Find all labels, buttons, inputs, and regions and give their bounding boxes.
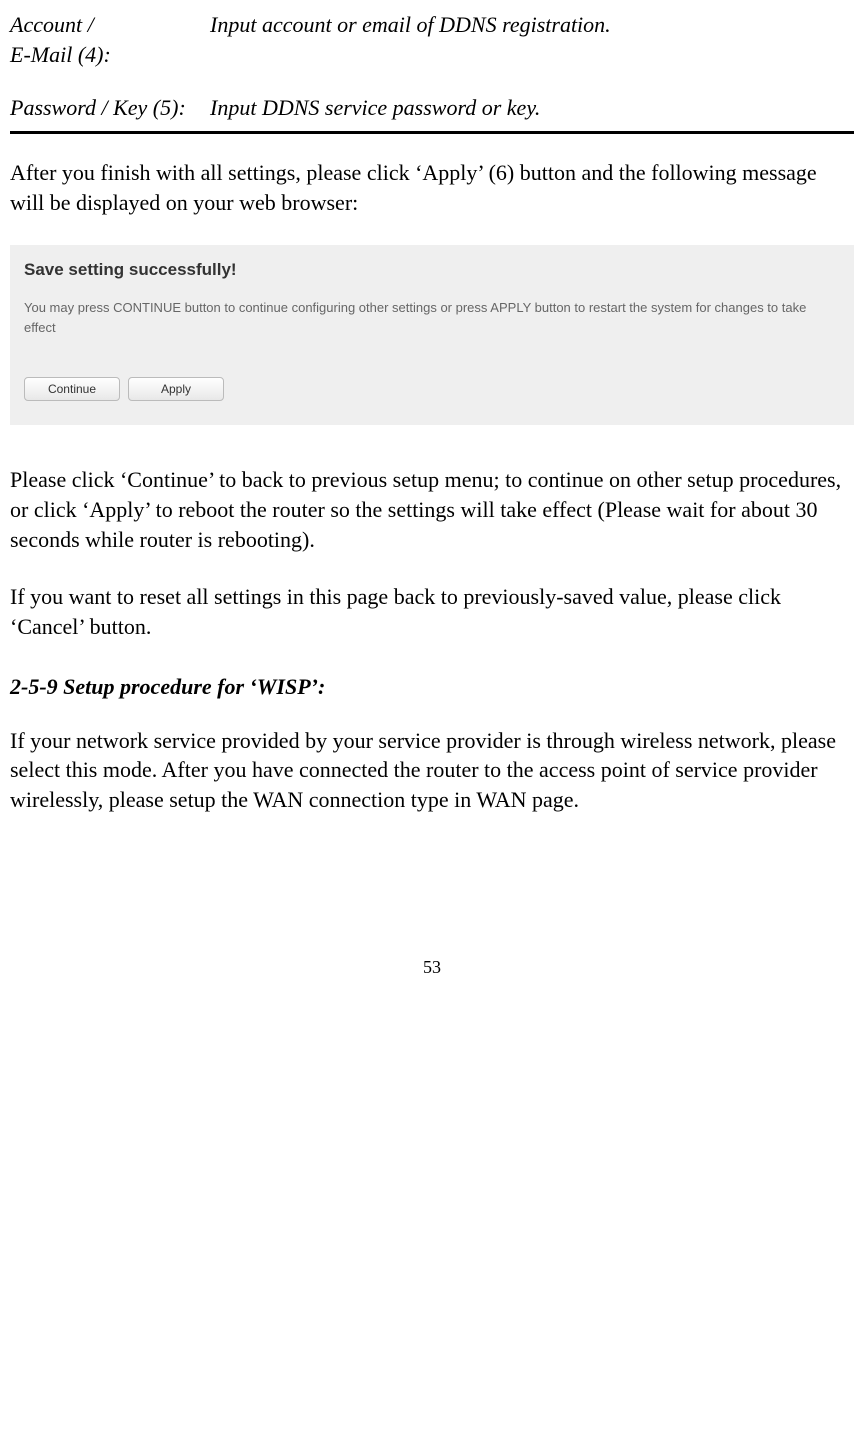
section-divider <box>10 131 854 134</box>
body-paragraph: If you want to reset all settings in thi… <box>10 582 854 641</box>
screenshot-button-row: Continue Apply <box>24 377 840 401</box>
screenshot-title: Save setting successfully! <box>24 259 840 282</box>
definition-desc-account: Input account or email of DDNS registrat… <box>210 10 854 69</box>
term-line: E-Mail (4): <box>10 42 111 67</box>
screenshot-description: You may press CONTINUE button to continu… <box>24 298 840 337</box>
body-paragraph: If your network service provided by your… <box>10 726 854 815</box>
body-paragraph: Please click ‘Continue’ to back to previ… <box>10 465 854 554</box>
term-line: Account / <box>10 12 94 37</box>
definition-term-password: Password / Key (5): <box>10 93 210 123</box>
definition-desc-password: Input DDNS service password or key. <box>210 93 854 123</box>
save-setting-screenshot: Save setting successfully! You may press… <box>10 245 854 425</box>
page-number: 53 <box>10 955 854 979</box>
continue-button[interactable]: Continue <box>24 377 120 401</box>
body-paragraph: After you finish with all settings, plea… <box>10 158 854 217</box>
definition-row-password: Password / Key (5): Input DDNS service p… <box>10 93 854 123</box>
apply-button[interactable]: Apply <box>128 377 224 401</box>
section-heading: 2-5-9 Setup procedure for ‘WISP’: <box>10 672 854 702</box>
definition-term-account: Account / E-Mail (4): <box>10 10 210 69</box>
definition-row-account: Account / E-Mail (4): Input account or e… <box>10 10 854 69</box>
